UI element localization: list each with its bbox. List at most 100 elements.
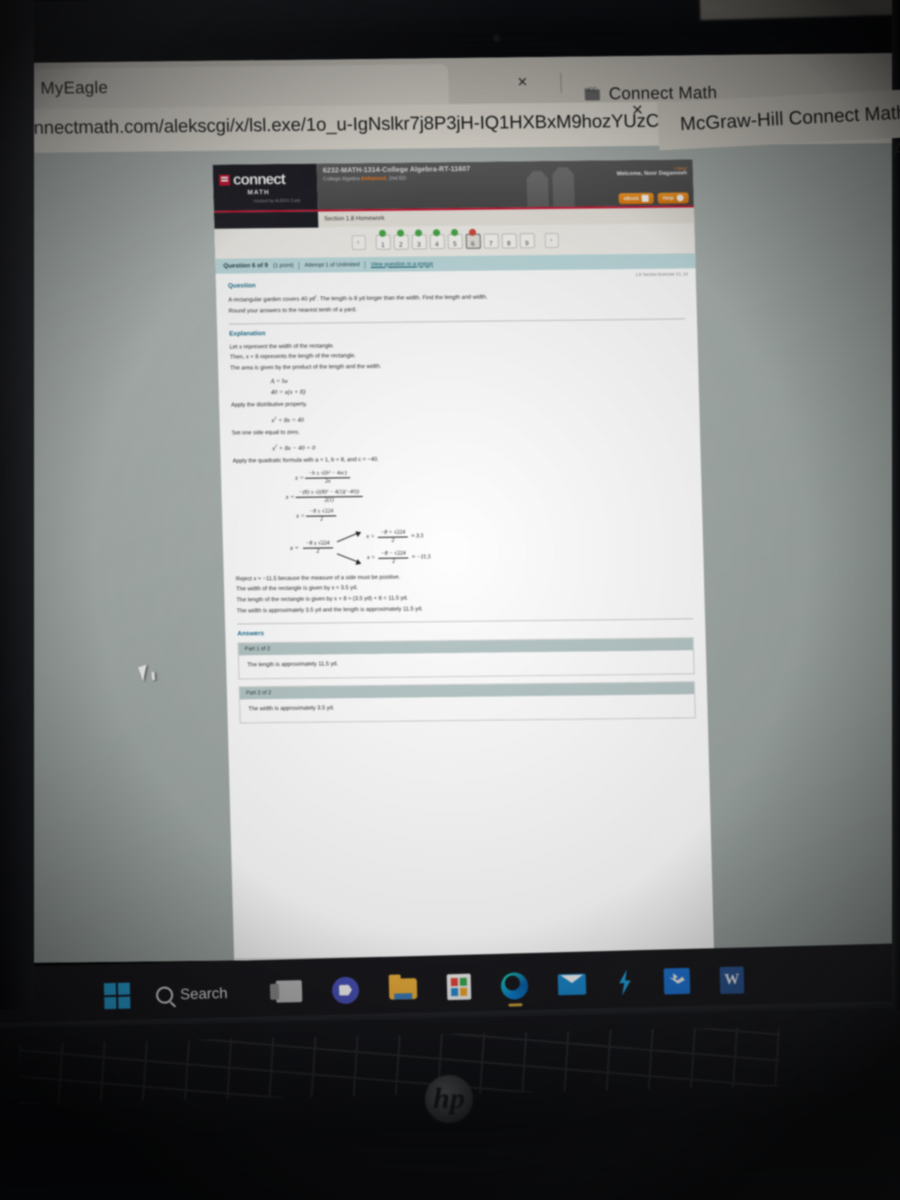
qsimp-fraction: −8 ± √224 2 [306, 508, 337, 523]
question-body: 1.8 Section Exercise 13, 14 Question A r… [216, 268, 708, 724]
mcgraw-hill-icon [669, 116, 671, 136]
question-text-a: A rectangular garden covers 40 yd [228, 296, 316, 304]
close-icon[interactable]: × [517, 72, 527, 92]
word-icon[interactable]: W [719, 965, 745, 994]
pager-item-3[interactable]: 3 [411, 228, 427, 250]
ebook-button[interactable]: eBook [618, 192, 654, 205]
pager-item-5[interactable]: 5 [447, 228, 463, 249]
status-dot [450, 228, 459, 236]
pager-item-9[interactable]: 9 [519, 232, 535, 248]
qs-fraction: −(8) ± √((8)² − 4(1)(−40)) 2(1) [295, 488, 363, 505]
connect-logo[interactable]: connect MATH Hosted by ALEKS Corp [212, 163, 318, 211]
header-buttons: eBook Help [618, 192, 689, 205]
hcc-icon [584, 88, 601, 101]
branch-positive: x = −8 + √224 2 ≈ 3.5 [366, 529, 430, 545]
status-dot [432, 228, 441, 236]
laptop-screen: MyEagle × Connect Math awu.connectmath.c… [0, 52, 900, 964]
connect-math-page: connect MATH Hosted by ALEKS Corp 6232-M… [212, 159, 716, 964]
welcome-block: Logout Welcome, Noor Dagamseh [616, 165, 687, 177]
pager-item-7[interactable]: 7 [483, 233, 499, 249]
answer-part-text: The length is approximately 11.5 yd. [238, 650, 694, 679]
equation-standard-form: x2 + 8x − 40 = 0 [272, 438, 688, 452]
windows-start-icon[interactable] [103, 982, 131, 1010]
laptop-photo: MyEagle × Connect Math awu.connectmath.c… [0, 0, 900, 1200]
help-label: Help [662, 195, 674, 202]
qs-denominator: 2(1) [324, 497, 334, 504]
pager-item-8[interactable]: 8 [501, 232, 517, 248]
answers-heading: Answers [237, 630, 265, 638]
help-button[interactable]: Help [657, 192, 689, 204]
equation-area-formula: A = lw [270, 377, 288, 386]
pager-item-6-current[interactable]: 6 [465, 228, 481, 249]
ebook-label: eBook [623, 195, 639, 202]
branch-neg-denominator: 2 [392, 558, 396, 565]
pager-prev-button[interactable]: ‹ [351, 234, 366, 250]
explanation-heading: Explanation [229, 329, 266, 338]
hp-logo: hp [425, 1075, 473, 1123]
eq-rest: + 8x = 40 [276, 416, 304, 425]
url-overflow-text: A [892, 139, 900, 162]
logo-subtitle: MATH [247, 189, 270, 197]
pager-number: 7 [488, 240, 493, 248]
divider [298, 261, 300, 270]
pager-item-4[interactable]: 4 [429, 228, 445, 249]
welcome-text: Welcome, Noor Dagamseh [616, 170, 688, 178]
pager-number: 4 [434, 240, 439, 248]
branch-lhs: x = [289, 544, 299, 553]
branch-pos-lhs: x = [366, 534, 375, 541]
branch-arrows-icon [336, 531, 363, 565]
quadratic-simplified: x = −8 ± √224 2 [296, 504, 690, 523]
pager-number: 2 [398, 241, 403, 249]
logo-wordmark: connect [232, 170, 286, 189]
close-icon[interactable]: × [631, 100, 643, 123]
microsoft-store-icon[interactable] [446, 973, 472, 1001]
explanation-step-4: Apply the distributive property. [231, 401, 308, 409]
status-dot [414, 228, 423, 236]
solution-branch: x = −8 ± √224 2 x = −8 + √224 2 ≈ 3.5 x … [290, 526, 692, 566]
course-sub-post: , 2nd ED [385, 175, 407, 182]
active-indicator [507, 1003, 523, 1007]
eq-rest: + 8x − 40 = 0 [277, 444, 316, 452]
pager-next-button[interactable]: › [544, 232, 559, 248]
taskbar-search[interactable]: Search [155, 984, 228, 1004]
branch-neg-fraction: −8 − √224 2 [377, 550, 409, 565]
strip-left-block [213, 211, 319, 229]
answer-part-2: Part 2 of 2 The width is approximately 3… [238, 681, 696, 724]
dropbox-icon[interactable] [663, 967, 691, 995]
status-dot [396, 229, 405, 237]
file-explorer-icon[interactable] [388, 977, 418, 1000]
status-dot [378, 229, 387, 237]
answer-part-text: The width is approximately 3.5 yd. [240, 694, 695, 723]
question-points: (1 point) [272, 262, 294, 269]
task-view-icon[interactable] [275, 980, 303, 1003]
edge-icon[interactable] [500, 971, 529, 1007]
branch-pos-denominator: 2 [391, 537, 395, 544]
pager-item-2[interactable]: 2 [393, 229, 409, 250]
section-label: Section 1.8 Homework [324, 215, 385, 223]
connect-header: connect MATH Hosted by ALEKS Corp 6232-M… [212, 159, 694, 211]
branch-root-denominator: 2 [316, 548, 320, 555]
pager-number: 8 [506, 239, 511, 247]
bolt-icon[interactable] [616, 969, 635, 995]
quadratic-formula: x = −b ± √(b² − 4ac) 2a [295, 466, 689, 485]
attempt-text: Attempt 1 of Unlimited [304, 261, 360, 269]
question-counter: Question 6 of 9 [223, 262, 269, 270]
logo-host: Hosted by ALEKS Corp [253, 197, 301, 204]
equation-expanded: x2 + 8x = 40 [271, 410, 687, 424]
branch-neg-value: ≈ −11.5 [411, 554, 431, 561]
pager-number: 1 [380, 241, 385, 249]
status-dot [468, 228, 477, 236]
mail-icon[interactable] [557, 973, 587, 995]
search-icon [155, 985, 174, 1004]
branch-pos-value: ≈ 3.5 [411, 533, 424, 540]
qsimp-denominator: 2 [320, 516, 324, 523]
view-in-popup-link[interactable]: View question in a popup [371, 261, 434, 268]
tab-title: MyEagle [40, 77, 109, 98]
pager-item-1[interactable]: 1 [375, 229, 391, 250]
teams-icon[interactable] [331, 976, 360, 1004]
tab-title: McGraw-Hill Connect Math [679, 102, 900, 136]
explanation-step-6: Apply the quadratic formula with a = 1, … [232, 456, 379, 465]
pager-number: 3 [416, 240, 421, 248]
question-text-b: . The length is 8 yd longer than the wid… [316, 294, 488, 303]
tab-myeagle[interactable]: MyEagle [3, 64, 450, 110]
